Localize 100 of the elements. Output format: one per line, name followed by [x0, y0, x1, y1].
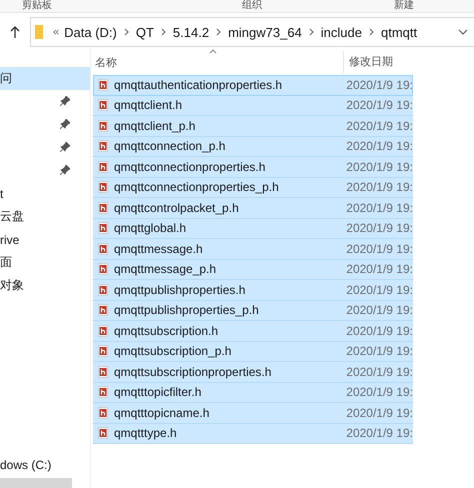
breadcrumb[interactable]: qtmqtt [381, 24, 418, 40]
folder-icon [35, 24, 43, 40]
chevron-icon [216, 28, 222, 36]
file-row[interactable]: qmqtttopicfilter.h 2020/1/9 19: [93, 382, 413, 403]
file-row[interactable]: qmqttglobal.h 2020/1/9 19: [93, 218, 413, 239]
file-row[interactable]: qmqttcontrolpacket_p.h 2020/1/9 19: [93, 198, 413, 218]
file-name: qmqttpublishproperties.h [114, 282, 246, 297]
file-name: qmqttconnection_p.h [114, 139, 226, 154]
breadcrumb[interactable]: include [320, 24, 362, 40]
modified-date: 2020/1/9 19: [346, 344, 413, 358]
modified-date: 2020/1/9 19: [346, 221, 413, 236]
file-row[interactable]: qmqttconnectionproperties_p.h 2020/1/9 19: [93, 178, 413, 198]
header-file-icon [98, 222, 108, 234]
file-row[interactable]: qmqttmessage.h 2020/1/9 19: [93, 239, 413, 260]
file-name: qmqttmessage.h [114, 242, 204, 256]
header-file-icon [98, 345, 108, 358]
file-name: qmqttconnectionproperties.h [114, 160, 266, 174]
header-file-icon [98, 304, 108, 316]
file-row[interactable]: qmqttsubscription.h 2020/1/9 19: [93, 321, 413, 342]
breadcrumb[interactable]: mingw73_64 [228, 24, 302, 40]
file-name: qmqttcontrolpacket_p.h [114, 200, 240, 215]
header-file-icon [98, 140, 108, 152]
modified-date: 2020/1/9 19: [346, 200, 413, 215]
modified-date: 2020/1/9 19: [346, 180, 413, 194]
header-file-icon [98, 263, 108, 276]
chevron-icon [308, 28, 314, 36]
header-file-icon [98, 202, 108, 214]
chevron-icon [124, 28, 129, 36]
sidebar-item[interactable]: 问 [0, 70, 12, 87]
file-name: qmqtttopicname.h [114, 406, 210, 420]
up-arrow-icon[interactable] [10, 26, 20, 38]
modified-date: 2020/1/9 19: [346, 303, 413, 318]
chevron-icon [160, 28, 166, 36]
file-name: qmqttconnectionproperties_p.h [114, 180, 280, 194]
sidebar-item[interactable]: 对象 [0, 277, 24, 294]
modified-date: 2020/1/9 19: [346, 262, 413, 276]
modified-date: 2020/1/9 19: [346, 98, 413, 112]
file-row[interactable]: qmqttconnection_p.h 2020/1/9 19: [93, 136, 413, 157]
file-name: qmqttclient_p.h [114, 118, 196, 133]
modified-date: 2020/1/9 19: [346, 139, 413, 154]
file-name: qmqttclient.h [114, 98, 184, 112]
modified-date: 2020/1/9 19: [346, 385, 413, 400]
modified-date: 2020/1/9 19: [346, 118, 413, 133]
modified-date: 2020/1/9 19: [346, 426, 413, 440]
modified-date: 2020/1/9 19: [346, 242, 413, 256]
modified-date: 2020/1/9 19: [346, 160, 413, 174]
header-file-icon [98, 181, 108, 194]
sidebar-item[interactable]: 云盘 [0, 208, 24, 225]
file-name: qmqttsubscription.h [114, 324, 220, 338]
file-name: qmqttmessage_p.h [114, 262, 218, 276]
header-file-icon [98, 406, 108, 419]
header-file-icon [98, 366, 108, 378]
address-bar[interactable]: « Data (D:) QT 5.14.2 mingw73_64 include qtmqtt [30, 17, 474, 47]
header-file-icon [98, 427, 108, 440]
file-name: qmqttsubscriptionproperties.h [114, 364, 272, 379]
modified-date: 2020/1/9 19: [346, 282, 413, 297]
modified-date: 2020/1/9 19: [346, 324, 413, 338]
sort-caret-icon [209, 49, 217, 54]
column-header[interactable]: 修改日期 [343, 51, 393, 73]
file-row[interactable]: qmqttsubscription_p.h 2020/1/9 19: [93, 342, 413, 362]
file-name: qmqttsubscription_p.h [114, 344, 232, 358]
file-row[interactable]: qmqttclient_p.h 2020/1/9 19: [93, 116, 413, 136]
breadcrumb[interactable]: QT [136, 24, 154, 40]
header-file-icon [98, 324, 108, 337]
file-row[interactable]: qmqttauthenticationproperties.h 2020/1/9 19: [93, 75, 413, 96]
file-name: qmqttauthenticationproperties.h [114, 78, 284, 92]
modified-date: 2020/1/9 19: [346, 78, 413, 92]
sidebar-item[interactable]: dows (C:) [0, 458, 90, 472]
header-file-icon [98, 120, 108, 132]
header-file-icon [98, 78, 108, 91]
dropdown-icon[interactable] [458, 29, 468, 35]
file-row[interactable]: qmqttclient.h 2020/1/9 19: [93, 96, 413, 116]
file-row[interactable]: qmqttpublishproperties.h 2020/1/9 19: [93, 280, 413, 300]
file-row[interactable]: qmqttmessage_p.h 2020/1/9 19: [93, 260, 413, 280]
header-file-icon [98, 242, 108, 255]
sidebar-item[interactable]: 面 [0, 254, 12, 271]
overflow-chevron[interactable]: « [53, 26, 60, 38]
sidebar-item[interactable]: rive [0, 232, 20, 246]
column-header[interactable]: 名称 [95, 54, 117, 70]
file-name: qmqtttopicfilter.h [114, 385, 202, 400]
file-row[interactable]: qmqtttopicname.h 2020/1/9 19: [93, 403, 413, 424]
modified-date: 2020/1/9 19: [346, 406, 413, 420]
file-row[interactable]: qmqttconnectionproperties.h 2020/1/9 19: [93, 157, 413, 178]
header-file-icon [98, 284, 108, 296]
file-name: qmqttpublishproperties_p.h [114, 303, 260, 318]
ribbon-group-label: 组织 [242, 0, 262, 12]
modified-date: 2020/1/9 19: [346, 364, 413, 379]
file-row[interactable]: qmqtttype.h 2020/1/9 19: [93, 424, 413, 444]
file-row[interactable]: qmqttpublishproperties_p.h 2020/1/9 19: [93, 300, 413, 321]
chevron-icon [369, 28, 374, 36]
header-file-icon [98, 160, 108, 173]
header-file-icon [98, 99, 108, 112]
header-file-icon [98, 386, 108, 398]
breadcrumb[interactable]: Data (D:) [64, 24, 117, 40]
file-name: qmqttglobal.h [114, 221, 188, 236]
sidebar-item[interactable]: t [0, 186, 4, 200]
file-row[interactable]: qmqttsubscriptionproperties.h 2020/1/9 19: [93, 362, 413, 382]
file-name: qmqtttype.h [114, 426, 178, 440]
breadcrumb[interactable]: 5.14.2 [172, 24, 210, 40]
scrollbar[interactable] [0, 478, 72, 488]
